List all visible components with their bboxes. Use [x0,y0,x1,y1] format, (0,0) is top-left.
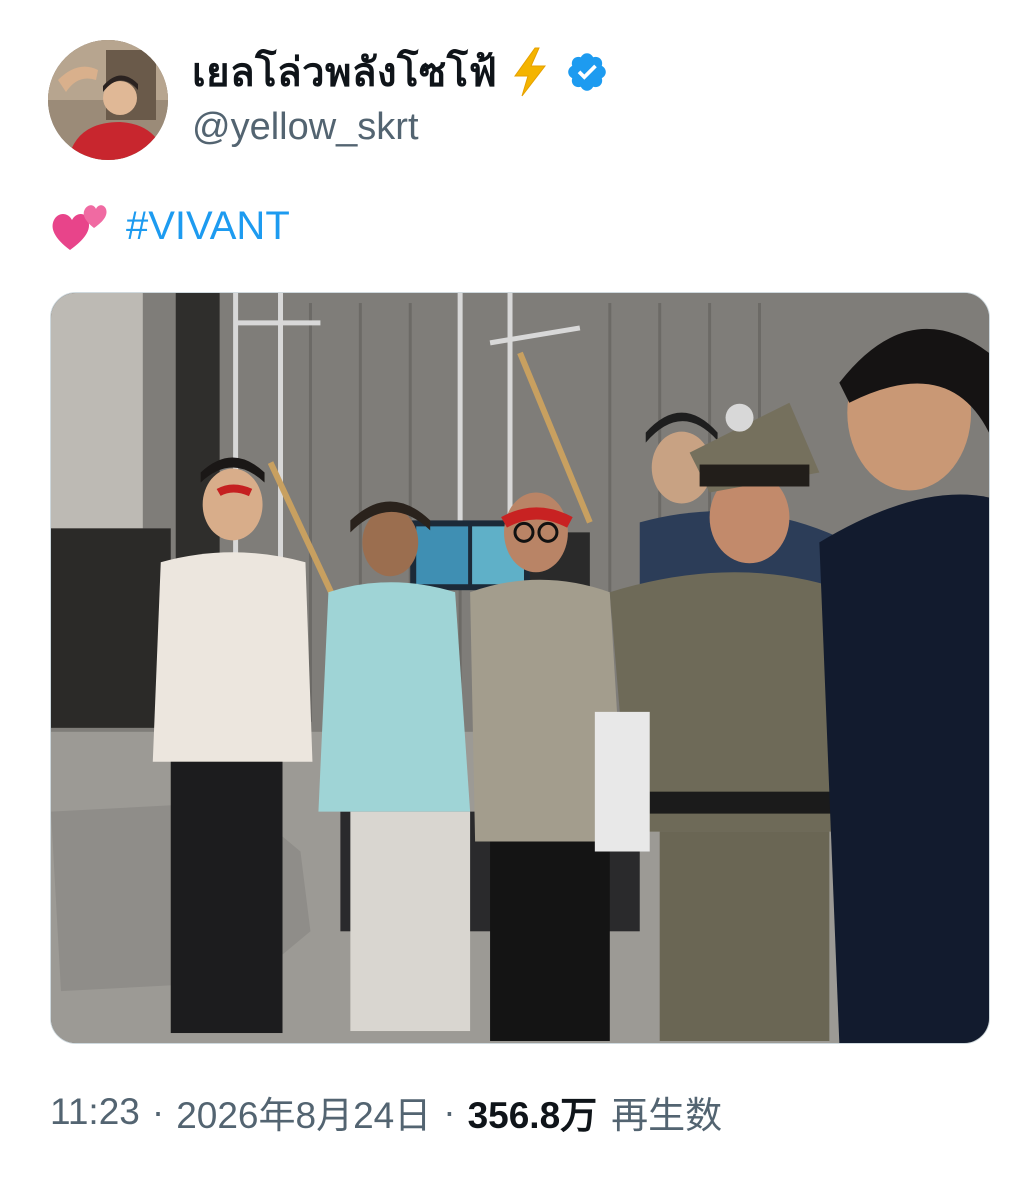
views-count: 356.8万 [467,1095,598,1136]
author-name-row[interactable]: เยลโล่วพลังโซโฟ้ [192,44,609,100]
tweet-photo[interactable] [50,292,990,1044]
tweet-text: #VIVANT [50,196,290,256]
avatar-photo [48,40,168,160]
author-display-name[interactable]: เยลโล่วพลังโซโฟ้ [192,40,497,104]
tweet-meta: 11:23 · 2026年8月24日 · 356.8万 再生数 [50,1086,722,1138]
two-hearts-icon [52,205,107,250]
verified-badge-icon[interactable] [565,50,609,94]
tweet-date[interactable]: 2026年8月24日 [176,1085,431,1139]
author-avatar[interactable] [48,40,168,160]
studio-scene-photo [51,293,989,1043]
meta-separator: · [443,1091,456,1132]
meta-separator: · [151,1091,165,1132]
views-label: 再生数 [611,1095,723,1136]
author-handle[interactable]: @yellow_skrt [192,106,419,149]
high-voltage-icon [514,47,547,97]
tweet-time[interactable]: 11:23 [50,1091,140,1133]
hashtag-link[interactable]: #VIVANT [126,204,290,249]
